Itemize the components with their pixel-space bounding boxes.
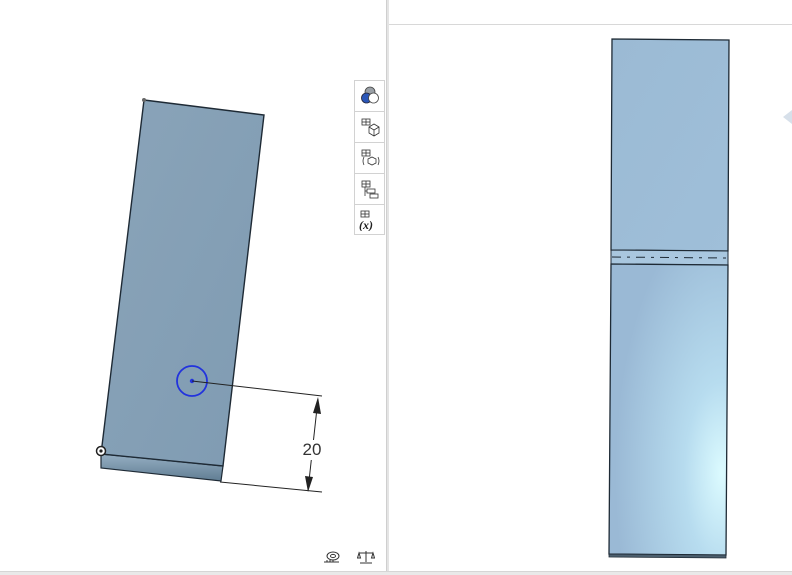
dimension-value[interactable]: 20 — [298, 440, 326, 460]
mass-properties-button[interactable] — [356, 549, 376, 565]
corner-point[interactable] — [142, 98, 146, 102]
variable-table-button[interactable]: (x) — [354, 204, 385, 235]
variable-symbol: (x) — [359, 218, 373, 231]
chevron-left-icon — [783, 110, 792, 124]
right-viewport[interactable] — [389, 0, 792, 575]
right-graphics-canvas[interactable] — [389, 0, 792, 575]
dimension-arrow-top — [313, 397, 321, 414]
configurations-icon — [361, 149, 379, 166]
mass-properties-icon — [356, 551, 376, 564]
left-graphics-canvas[interactable] — [0, 0, 386, 575]
dimension-arrow-bottom — [305, 476, 313, 492]
measure-tape-button[interactable] — [323, 549, 341, 565]
feature-variables-icon — [361, 180, 378, 199]
view-cube-icon — [361, 118, 379, 137]
upper-panel-face[interactable] — [610, 38, 730, 252]
feature-variables-button[interactable] — [354, 173, 385, 204]
display-states-icon — [360, 86, 379, 104]
measure-tape-icon — [324, 551, 340, 563]
bottom-scrollbar-track[interactable] — [0, 571, 792, 575]
variable-x-icon: (x) — [359, 210, 373, 231]
origin-dot — [99, 449, 103, 453]
panel-collapse-arrow[interactable] — [781, 108, 792, 126]
left-viewport[interactable]: 20 (x) — [0, 0, 386, 575]
lower-panel-thickness[interactable] — [608, 553, 727, 559]
right-viewport-header-line — [389, 24, 792, 25]
lower-panel-face[interactable] — [608, 263, 729, 556]
part-face[interactable] — [100, 99, 265, 467]
view-cube-button[interactable] — [354, 111, 385, 142]
display-states-button[interactable] — [354, 80, 385, 111]
configurations-button[interactable] — [354, 142, 385, 173]
view-toolbar: (x) — [354, 80, 385, 235]
